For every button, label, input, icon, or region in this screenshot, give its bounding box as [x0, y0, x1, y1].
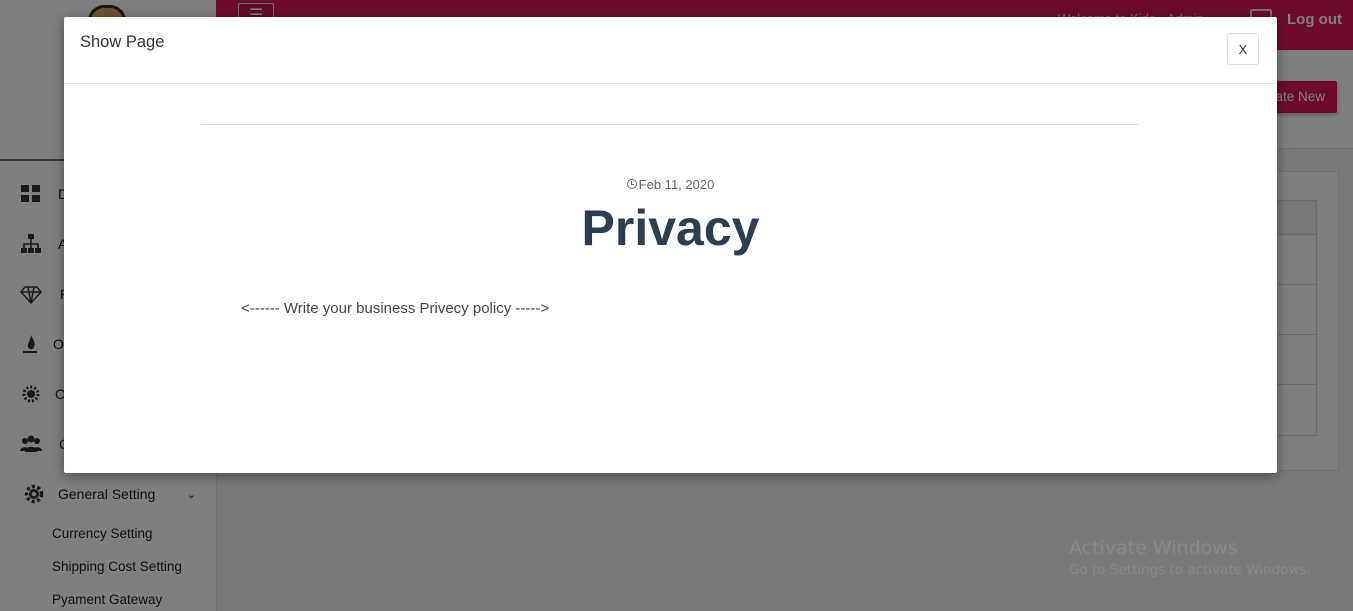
show-page-modal: Show Page X Feb 11, 2020 Privacy <------… [64, 17, 1277, 473]
divider [201, 124, 1139, 125]
activate-windows-subtitle: Go to Settings to activate Windows. [1069, 562, 1311, 578]
page-title: Privacy [581, 200, 760, 256]
clock-icon [626, 179, 637, 189]
activate-windows-title: Activate Windows [1069, 537, 1238, 559]
post-date: Feb 11, 2020 [64, 177, 1277, 192]
page-body-text: <------ Write your business Privecy poli… [241, 300, 550, 317]
date-text: Feb 11, 2020 [638, 177, 715, 192]
close-button[interactable]: X [1227, 33, 1259, 65]
modal-header: Show Page X [64, 17, 1277, 84]
modal-title: Show Page [80, 33, 165, 51]
